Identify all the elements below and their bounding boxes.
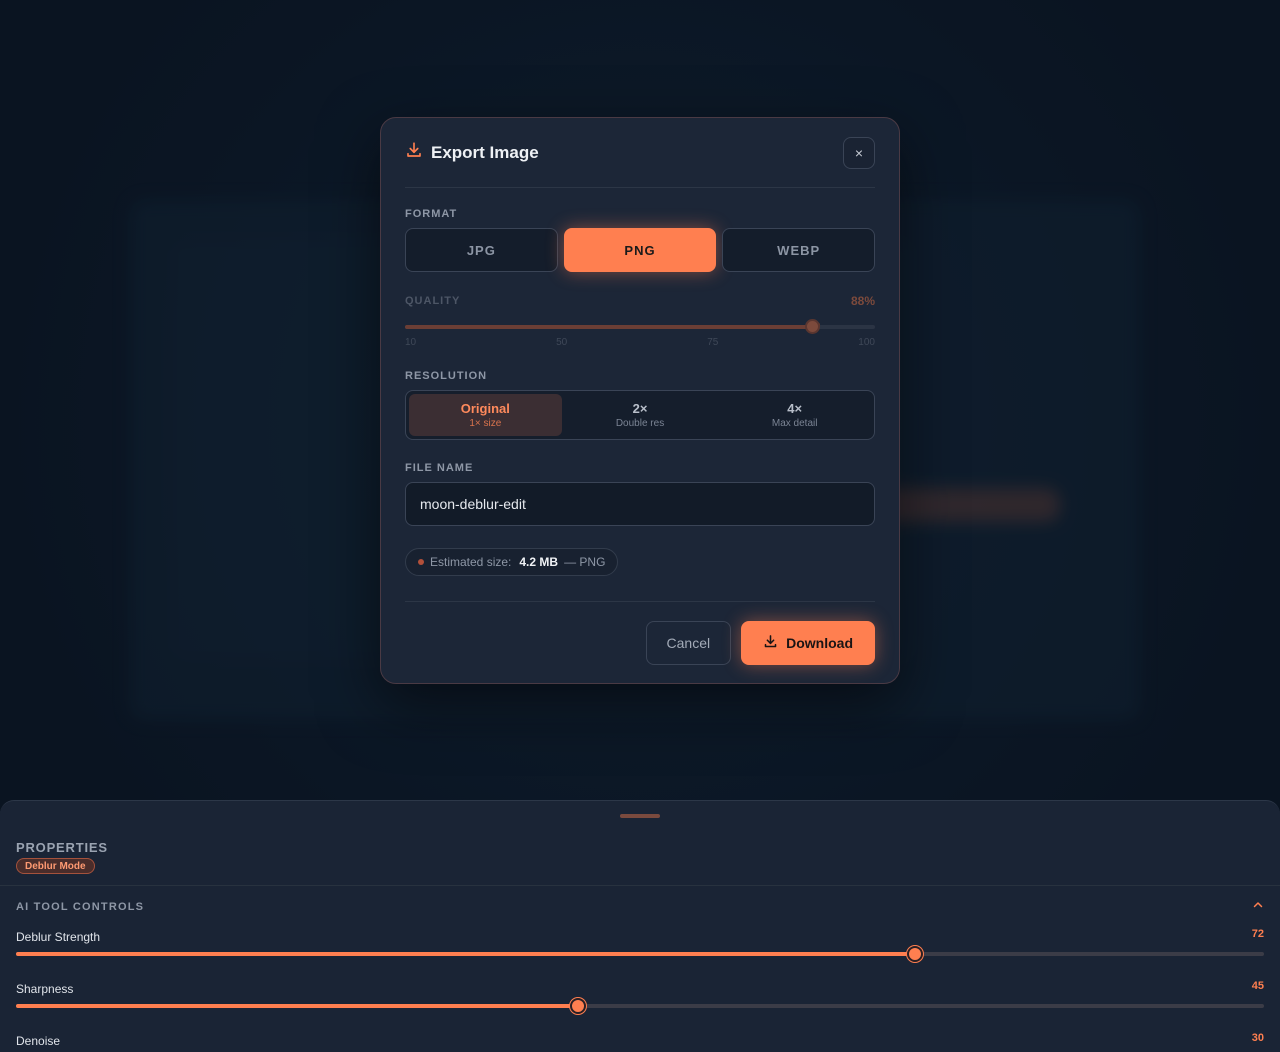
download-icon — [405, 141, 423, 164]
quality-slider-fill — [405, 325, 813, 329]
modal-footer: Cancel Download — [405, 601, 875, 683]
resolution-option-subtitle: Double res — [615, 418, 665, 429]
resolution-option-title: 4× — [787, 401, 803, 416]
quality-scale-max: 100 — [858, 337, 875, 348]
control-value: 30 — [1251, 1032, 1264, 1044]
resolution-option-title: 2× — [632, 401, 648, 416]
resolution-selector: Original 1× size 2× Double res 4× Max de… — [405, 390, 875, 440]
slider-fill — [16, 952, 915, 956]
resolution-option-subtitle: Max detail — [771, 418, 818, 429]
ai-tool-controls-title: AI TOOL CONTROLS — [16, 901, 145, 913]
resolution-original-option[interactable]: Original 1× size — [409, 394, 562, 436]
download-button-label: Download — [786, 634, 853, 651]
control-denoise: Denoise 30 — [16, 1032, 1264, 1050]
quality-scale: 10 50 75 100 — [405, 337, 875, 348]
sheet-drag-handle[interactable] — [620, 814, 660, 818]
download-icon — [763, 634, 778, 652]
estimated-size-badge: Estimated size: 4.2 MB — PNG — [405, 548, 619, 576]
resolution-option-title: Original — [460, 401, 510, 416]
control-sharpness: Sharpness 45 — [16, 980, 1264, 1014]
mode-badge: Deblur Mode — [16, 858, 95, 874]
modal-header: Export Image × — [405, 118, 875, 188]
quality-scale-min: 10 — [405, 337, 417, 348]
properties-title: PROPERTIES — [16, 840, 108, 855]
properties-sheet: PROPERTIES Deblur Mode AI TOOL CONTROLS … — [0, 800, 1280, 1052]
control-name: Sharpness — [16, 982, 74, 996]
resolution-4x-option[interactable]: 4× Max detail — [718, 394, 871, 436]
modal-title: Export Image — [431, 142, 539, 162]
format-label: FORMAT — [405, 208, 458, 220]
format-png-button[interactable]: PNG — [563, 228, 717, 272]
slider-thumb[interactable] — [569, 998, 586, 1014]
quality-header: QUALITY 88% — [405, 294, 875, 308]
slider-thumb[interactable] — [906, 946, 923, 962]
control-deblur-strength: Deblur Strength 72 — [16, 928, 1264, 962]
deblur-strength-slider[interactable] — [16, 946, 1264, 962]
quality-slider-thumb[interactable] — [805, 319, 821, 334]
quality-scale-75: 75 — [707, 337, 719, 348]
control-name: Denoise — [16, 1034, 61, 1048]
close-button[interactable]: × — [843, 136, 875, 169]
export-modal: Export Image × FORMAT JPG PNG WEBP QUALI… — [380, 117, 900, 684]
close-icon: × — [854, 144, 864, 161]
estimated-size-value: 4.2 MB — [519, 555, 559, 569]
quality-label: QUALITY — [405, 295, 461, 307]
status-dot-icon — [418, 559, 424, 565]
resolution-label: RESOLUTION — [405, 370, 488, 382]
quality-scale-50: 50 — [556, 337, 568, 348]
sheet-divider — [0, 885, 1280, 886]
cancel-button[interactable]: Cancel — [645, 620, 732, 665]
modal-title-wrap: Export Image — [405, 141, 539, 164]
control-value: 45 — [1251, 980, 1264, 992]
control-value: 72 — [1251, 928, 1264, 940]
file-name-label: FILE NAME — [405, 462, 474, 474]
sharpness-slider[interactable] — [16, 998, 1264, 1014]
quality-slider[interactable] — [405, 319, 875, 334]
chevron-up-icon[interactable] — [1252, 899, 1264, 914]
estimated-size-format: — PNG — [564, 555, 606, 569]
format-jpg-button[interactable]: JPG — [405, 228, 558, 272]
control-name: Deblur Strength — [16, 930, 101, 944]
quality-value: 88% — [850, 294, 875, 308]
estimated-size-label: Estimated size: — [430, 555, 512, 569]
resolution-2x-option[interactable]: 2× Double res — [564, 394, 717, 436]
file-name-input[interactable] — [405, 482, 875, 526]
format-webp-button[interactable]: WEBP — [722, 228, 876, 272]
format-selector: JPG PNG WEBP — [405, 228, 876, 272]
slider-fill — [16, 1004, 578, 1008]
download-button[interactable]: Download — [741, 620, 875, 665]
resolution-option-subtitle: 1× size — [469, 418, 502, 429]
